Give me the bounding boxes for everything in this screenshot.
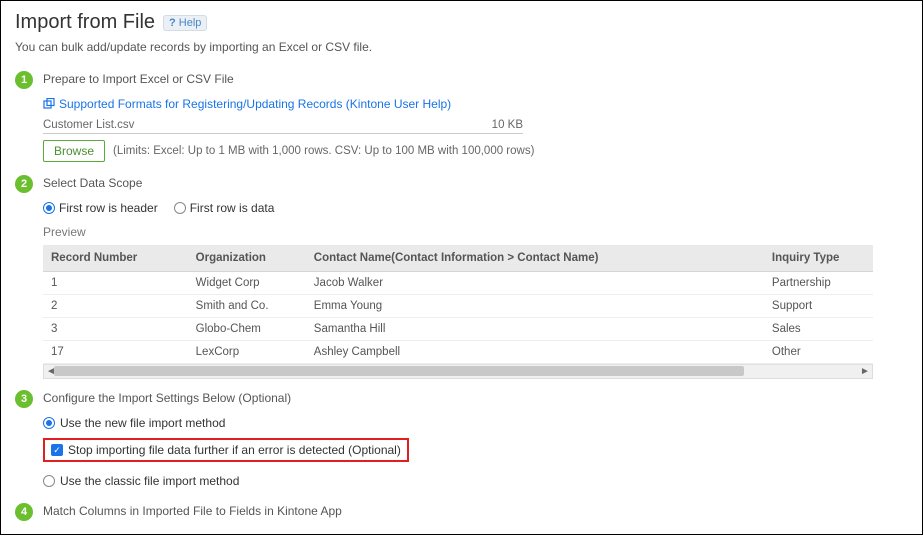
supported-formats-link[interactable]: Supported Formats for Registering/Updati… [59,97,451,111]
step-4-header: 4 Match Columns in Imported File to Fiel… [15,502,908,521]
checkbox-label: Stop importing file data further if an e… [68,443,401,457]
scroll-thumb[interactable] [54,366,744,376]
scroll-right-icon[interactable]: ► [858,365,872,377]
table-cell: Globo-Chem [188,318,306,341]
help-link[interactable]: ? Help [163,15,207,31]
step-badge-2: 2 [15,175,33,193]
table-cell: Other [764,341,873,364]
highlighted-option: ✓ Stop importing file data further if an… [43,438,409,462]
external-link-icon [43,98,55,110]
table-cell: 17 [43,341,188,364]
step-1-label: Prepare to Import Excel or CSV File [43,70,234,86]
checkbox-icon: ✓ [51,444,63,456]
step-2-header: 2 Select Data Scope [15,174,908,193]
step-1-header: 1 Prepare to Import Excel or CSV File [15,70,908,89]
preview-label: Preview [43,225,908,239]
step-badge-4: 4 [15,503,33,521]
step-3-label: Configure the Import Settings Below (Opt… [43,389,291,405]
table-cell: Emma Young [306,295,764,318]
horizontal-scrollbar[interactable]: ◄ ► [43,365,873,379]
table-cell: Partnership [764,272,873,295]
radio-classic-import-method[interactable]: Use the classic file import method [43,474,908,488]
step-badge-3: 3 [15,390,33,408]
radio-icon [43,417,55,429]
step-badge-1: 1 [15,71,33,89]
col-inquiry-type: Inquiry Type [764,245,873,272]
table-row: 3Globo-ChemSamantha HillSalesNot handle [43,318,873,341]
col-organization: Organization [188,245,306,272]
file-name: Customer List.csv [43,119,134,131]
import-from-file-page: Import from File ? Help You can bulk add… [0,0,923,535]
table-cell: 3 [43,318,188,341]
table-cell: Samantha Hill [306,318,764,341]
step-3-header: 3 Configure the Import Settings Below (O… [15,389,908,408]
table-cell: 1 [43,272,188,295]
table-row: 1Widget CorpJacob WalkerPartnershipCompl… [43,272,873,295]
table-cell: Sales [764,318,873,341]
table-header-row: Record Number Organization Contact Name(… [43,245,873,272]
radio-label: First row is header [59,201,158,215]
file-limits-text: (Limits: Excel: Up to 1 MB with 1,000 ro… [113,145,534,157]
table-cell: Widget Corp [188,272,306,295]
radio-label: First row is data [190,201,275,215]
table-cell: LexCorp [188,341,306,364]
table-cell: Ashley Campbell [306,341,764,364]
step-2-label: Select Data Scope [43,174,142,190]
col-contact-name: Contact Name(Contact Information > Conta… [306,245,764,272]
radio-icon [174,202,186,214]
radio-icon [43,202,55,214]
table-row: 2Smith and Co.Emma YoungSupportIn progre… [43,295,873,318]
radio-icon [43,475,55,487]
table-cell: 2 [43,295,188,318]
table-cell: Smith and Co. [188,295,306,318]
file-size: 10 KB [492,119,523,131]
selected-file-row: Customer List.csv 10 KB [43,119,523,134]
page-subtitle: You can bulk add/update records by impor… [15,40,908,54]
table-cell: Jacob Walker [306,272,764,295]
help-label: Help [179,17,202,29]
step-4-label: Match Columns in Imported File to Fields… [43,502,342,518]
preview-table-wrap: Record Number Organization Contact Name(… [43,245,873,379]
radio-label: Use the classic file import method [60,474,239,488]
page-title: Import from File [15,11,155,34]
radio-first-row-data[interactable]: First row is data [174,201,275,215]
help-icon: ? [169,17,176,29]
col-record-number: Record Number [43,245,188,272]
radio-label: Use the new file import method [60,416,225,430]
radio-new-import-method[interactable]: Use the new file import method [43,416,908,430]
table-row: 17LexCorpAshley CampbellOtherIn progres [43,341,873,364]
checkbox-stop-on-error[interactable]: ✓ Stop importing file data further if an… [51,443,401,457]
preview-table: Record Number Organization Contact Name(… [43,245,873,364]
radio-first-row-header[interactable]: First row is header [43,201,158,215]
browse-button[interactable]: Browse [43,140,105,162]
table-cell: Support [764,295,873,318]
